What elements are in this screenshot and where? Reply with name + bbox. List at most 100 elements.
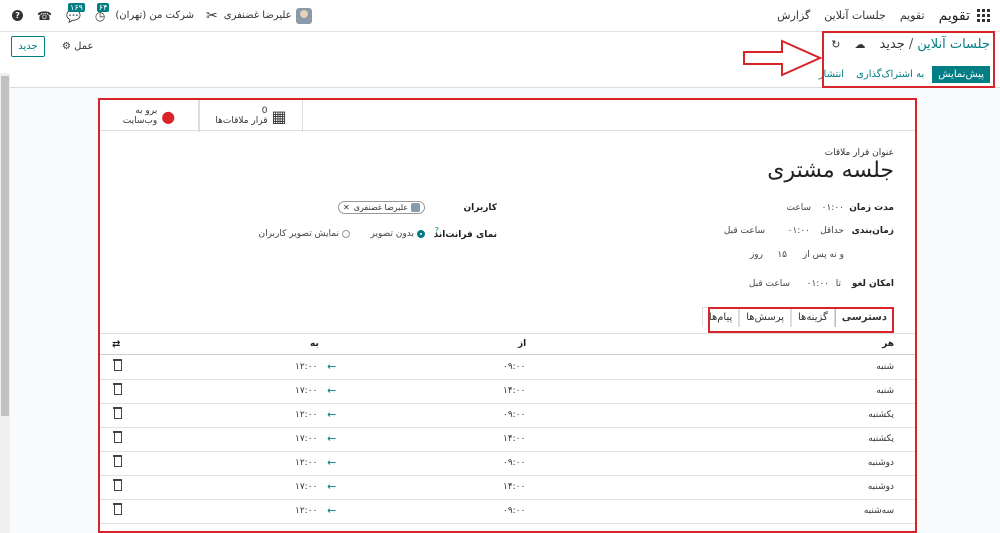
scheduling-max-value[interactable]: ۱۵ [777,250,787,260]
annotation-box-tabs [708,307,894,333]
frontend-option-no-image[interactable]: بدون تصویر [371,229,425,239]
title-caption: عنوان قرار ملاقات [824,148,894,158]
delete-row-icon[interactable] [113,455,122,467]
cancel-label: امکان لغو [851,279,894,289]
user-menu[interactable]: علیرضا غضنفری [224,7,312,24]
arrow-left-icon: ← [327,432,337,445]
remove-tag-icon[interactable]: ✕ [343,203,350,212]
activity-clock-icon[interactable]: ◷ ۶۴ [95,2,110,23]
website-line2: وب‌سایت [122,116,158,126]
delete-row-icon[interactable] [113,503,122,515]
cancel-prefix: تا [835,279,841,289]
table-row[interactable]: یکشنبه ۰۹:۰۰ ← ۱۲:۰۰ [100,404,915,428]
debug-tools-icon[interactable]: ✂ [206,8,218,24]
row-to[interactable]: ۱۲:۰۰ [295,362,317,372]
row-from[interactable]: ۰۹:۰۰ [503,362,525,372]
row-day: دوشنبه [867,458,894,468]
table-row[interactable]: سه‌شنبه ۰۹:۰۰ ← ۱۲:۰۰ [100,500,915,524]
frontend-help-icon[interactable]: ? [435,226,439,235]
row-from[interactable]: ۰۹:۰۰ [503,410,525,420]
row-day: شنبه [876,362,894,372]
cancel-value[interactable]: ۰۱:۰۰ [807,279,829,289]
user-tag[interactable]: علیرضا غضنفری ✕ [338,201,425,214]
menu-item-reporting[interactable]: گزارش [777,9,810,22]
new-button[interactable]: جدید [11,36,45,57]
arrow-left-icon: ← [327,384,337,397]
form-sheet: ▦ 0 قرار ملاقات‌ها ● برو به وب‌سایت عنوا… [98,98,917,533]
table-row[interactable]: دوشنبه ۱۴:۰۰ ← ۱۷:۰۰ [100,476,915,500]
delete-row-icon[interactable] [113,407,122,419]
row-from[interactable]: ۰۹:۰۰ [503,458,525,468]
row-to[interactable]: ۱۷:۰۰ [295,386,317,396]
frontend-opt2-label: نمایش تصویر کاربران [258,229,339,239]
column-settings-icon[interactable]: ⇄ [112,339,120,350]
row-to[interactable]: ۱۲:۰۰ [295,458,317,468]
row-from[interactable]: ۱۴:۰۰ [503,386,525,396]
scrollbar-thumb[interactable] [1,76,9,416]
user-tag-name: علیرضا غضنفری [353,203,408,212]
scheduling-max-unit: روز [749,250,763,260]
appointment-title[interactable]: جلسه مشتری [767,158,894,183]
row-to[interactable]: ۱۷:۰۰ [295,482,317,492]
duration-unit: ساعت [786,203,812,213]
action-menu[interactable]: ⚙ عمل [62,41,93,52]
annotation-box-header [822,31,995,88]
row-to[interactable]: ۱۲:۰۰ [295,410,317,420]
frontend-opt1-label: بدون تصویر [370,229,414,239]
company-switcher[interactable]: شرکت من (تهران) [115,10,194,21]
calendar-icon: ▦ [271,106,287,126]
delete-row-icon[interactable] [113,431,122,443]
delete-row-icon[interactable] [113,359,122,371]
row-to[interactable]: ۱۷:۰۰ [295,434,317,444]
frontend-option-show-images[interactable]: نمایش تصویر کاربران [258,229,350,239]
row-day: یکشنبه [868,410,894,420]
globe-icon: ● [161,106,176,126]
delete-row-icon[interactable] [113,479,122,491]
go-to-website-button[interactable]: ● برو به وب‌سایت [100,100,199,132]
scheduling-min-unit: ساعت قبل [723,226,765,236]
row-from[interactable]: ۱۴:۰۰ [503,434,525,444]
column-header-from[interactable]: از [518,339,526,349]
top-navbar: تقویم تقویم جلسات آنلاین گزارش علیرضا غض… [0,0,1000,32]
scheduling-label: زمان‌بندی [851,226,894,236]
radio-unselected-icon[interactable] [342,229,350,238]
menu-item-online-meetings[interactable]: جلسات آنلاین [824,9,886,22]
sheet-divider [100,130,915,131]
duration-value[interactable]: ۰۱:۰۰ [822,203,844,213]
scheduling-min-value[interactable]: ۰۱:۰۰ [788,226,810,236]
delete-row-icon[interactable] [113,383,122,395]
meetings-count: 0 [261,106,268,116]
help-icon[interactable]: ? [12,10,23,21]
table-row[interactable]: یکشنبه ۱۴:۰۰ ← ۱۷:۰۰ [100,428,915,452]
apps-menu-icon[interactable] [976,8,990,23]
table-row[interactable]: شنبه ۱۴:۰۰ ← ۱۷:۰۰ [100,380,915,404]
systray: علیرضا غضنفری ✂ شرکت من (تهران) ◷ ۶۴ 💬 ۱۶۹… [0,2,312,24]
meetings-smart-button[interactable]: ▦ 0 قرار ملاقات‌ها [199,100,303,132]
row-from[interactable]: ۱۴:۰۰ [503,482,525,492]
row-to[interactable]: ۱۲:۰۰ [295,506,317,516]
arrow-left-icon: ← [327,480,337,493]
column-header-day[interactable]: هر [882,339,894,349]
table-row[interactable]: شنبه ۰۹:۰۰ ← ۱۲:۰۰ [100,356,915,380]
meetings-label: قرار ملاقات‌ها [215,116,268,126]
gear-icon: ⚙ [62,41,71,52]
radio-selected-icon[interactable] [417,229,425,238]
action-label: عمل [74,41,94,52]
website-line1: برو به [135,106,158,116]
messages-icon[interactable]: 💬 ۱۶۹ [66,2,85,23]
column-header-to[interactable]: به [310,339,319,349]
arrow-left-icon: ← [327,504,337,517]
row-day: یکشنبه [868,434,894,444]
cancel-unit: ساعت قبل [748,279,790,289]
user-tag-avatar [411,203,420,212]
phone-icon[interactable]: ☎ [37,9,52,23]
users-label: کاربران [463,203,497,213]
duration-label: مدت زمان [849,203,894,213]
arrow-left-icon: ← [327,408,337,421]
table-row[interactable]: دوشنبه ۰۹:۰۰ ← ۱۲:۰۰ [100,452,915,476]
row-from[interactable]: ۰۹:۰۰ [503,506,525,516]
row-day: سه‌شنبه [863,506,894,516]
menu-item-calendar[interactable]: تقویم [900,9,925,22]
messages-badge: ۱۶۹ [68,2,85,12]
app-brand[interactable]: تقویم [939,8,970,24]
